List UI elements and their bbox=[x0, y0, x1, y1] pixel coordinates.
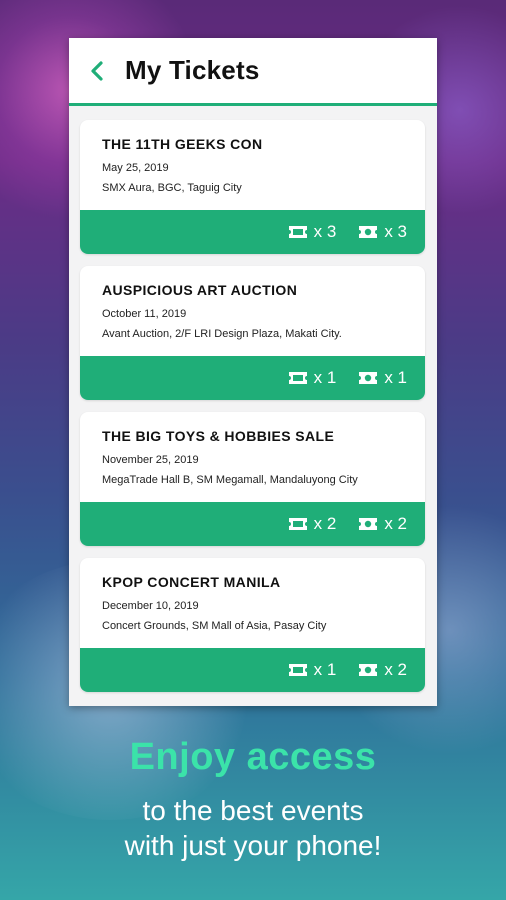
app-screen: My Tickets THE 11TH GEEKS CON May 25, 20… bbox=[69, 38, 437, 706]
app-header: My Tickets bbox=[69, 38, 437, 106]
ticket-card-body: THE BIG TOYS & HOBBIES SALE November 25,… bbox=[80, 412, 425, 502]
ticket-icon bbox=[288, 518, 307, 530]
ticket-count-value: x 2 bbox=[313, 514, 337, 533]
event-venue: MegaTrade Hall B, SM Megamall, Mandaluyo… bbox=[102, 474, 358, 486]
pass-count: x 3 bbox=[358, 222, 407, 242]
event-date: December 10, 2019 bbox=[102, 600, 199, 612]
ticket-count-value: x 1 bbox=[313, 660, 337, 679]
pass-count-value: x 2 bbox=[384, 514, 407, 533]
promo-subtitle-line1: to the best events bbox=[142, 795, 364, 826]
ticket-icon bbox=[288, 372, 307, 384]
pass-icon bbox=[359, 372, 378, 384]
ticket-card[interactable]: AUSPICIOUS ART AUCTION October 11, 2019 … bbox=[80, 266, 425, 400]
pass-count: x 1 bbox=[358, 368, 407, 388]
ticket-card-footer: x 2 x 2 bbox=[80, 502, 425, 546]
pass-icon bbox=[359, 226, 378, 238]
ticket-card-body: AUSPICIOUS ART AUCTION October 11, 2019 … bbox=[80, 266, 425, 356]
event-date: May 25, 2019 bbox=[102, 162, 169, 174]
ticket-card-body: KPOP CONCERT MANILA December 10, 2019 Co… bbox=[80, 558, 425, 648]
event-name: THE BIG TOYS & HOBBIES SALE bbox=[102, 428, 335, 444]
ticket-list: THE 11TH GEEKS CON May 25, 2019 SMX Aura… bbox=[80, 120, 425, 704]
ticket-icon bbox=[288, 664, 307, 676]
ticket-count: x 1 bbox=[288, 368, 337, 388]
ticket-card-footer: x 3 x 3 bbox=[80, 210, 425, 254]
pass-count: x 2 bbox=[358, 660, 407, 680]
ticket-icon bbox=[288, 226, 307, 238]
ticket-card[interactable]: KPOP CONCERT MANILA December 10, 2019 Co… bbox=[80, 558, 425, 692]
promo-title: Enjoy access bbox=[129, 736, 377, 778]
ticket-card[interactable]: THE 11TH GEEKS CON May 25, 2019 SMX Aura… bbox=[80, 120, 425, 254]
ticket-count: x 2 bbox=[288, 514, 337, 534]
event-date: November 25, 2019 bbox=[102, 454, 199, 466]
pass-count-value: x 1 bbox=[384, 368, 407, 387]
pass-icon bbox=[359, 518, 378, 530]
ticket-card-body: THE 11TH GEEKS CON May 25, 2019 SMX Aura… bbox=[80, 120, 425, 210]
pass-icon bbox=[359, 664, 378, 676]
event-name: AUSPICIOUS ART AUCTION bbox=[102, 282, 298, 298]
event-name: THE 11TH GEEKS CON bbox=[102, 136, 263, 152]
back-button[interactable] bbox=[77, 51, 117, 91]
ticket-card-footer: x 1 x 1 bbox=[80, 356, 425, 400]
event-venue: Concert Grounds, SM Mall of Asia, Pasay … bbox=[102, 620, 327, 632]
pass-count-value: x 3 bbox=[384, 222, 407, 241]
ticket-count: x 1 bbox=[288, 660, 337, 680]
ticket-count-value: x 3 bbox=[313, 222, 337, 241]
page-title: My Tickets bbox=[125, 55, 260, 85]
ticket-count: x 3 bbox=[288, 222, 337, 242]
pass-count: x 2 bbox=[358, 514, 407, 534]
ticket-count-value: x 1 bbox=[313, 368, 337, 387]
ticket-card[interactable]: THE BIG TOYS & HOBBIES SALE November 25,… bbox=[80, 412, 425, 546]
ticket-card-footer: x 1 x 2 bbox=[80, 648, 425, 692]
event-venue: Avant Auction, 2/F LRI Design Plaza, Mak… bbox=[102, 328, 342, 340]
pass-count-value: x 2 bbox=[384, 660, 407, 679]
event-date: October 11, 2019 bbox=[102, 308, 187, 320]
event-venue: SMX Aura, BGC, Taguig City bbox=[102, 182, 242, 194]
promo-subtitle-line2: with just your phone! bbox=[124, 830, 382, 861]
chevron-left-icon bbox=[91, 60, 103, 81]
event-name: KPOP CONCERT MANILA bbox=[102, 574, 281, 590]
